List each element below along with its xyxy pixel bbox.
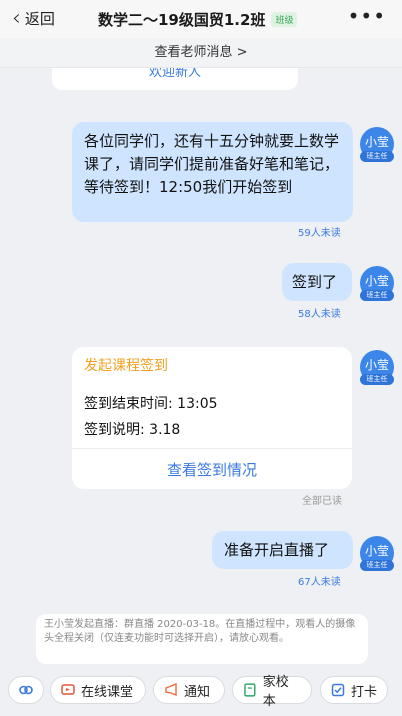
online-classroom-button[interactable]: 在线课堂	[50, 676, 146, 704]
avatar-name: 小莹	[364, 135, 389, 149]
checkin-end-time: 签到结束时间: 13:05	[84, 396, 218, 412]
message-bubble[interactable]: 各位同学们，还有十五分钟就要上数学课了，请同学们提前准备好笔和笔记，等待签到！1…	[72, 122, 353, 222]
avatar-role-badge: 班主任	[360, 151, 394, 162]
welcome-banner: 欢迎新人	[52, 68, 298, 90]
card-title: 发起课程签到	[84, 358, 168, 374]
top-nav-bar: ‹ 返回 数学二～19级国贸1.2班 班级 •••	[0, 0, 402, 38]
checkin-label: 打卡	[351, 684, 378, 700]
unread-count[interactable]: 67人未读	[298, 573, 341, 588]
unread-count[interactable]: 58人未读	[298, 305, 341, 320]
unread-count[interactable]: 59人未读	[298, 224, 341, 239]
notice-button[interactable]: 通知	[153, 676, 225, 704]
checkin-button[interactable]: 打卡	[320, 676, 388, 704]
read-status: 全部已读	[302, 496, 342, 507]
avatar-role-badge: 班主任	[360, 560, 394, 571]
avatar[interactable]: 小莹 班主任	[360, 266, 394, 301]
more-options-button[interactable]: •••	[348, 4, 386, 28]
checkin-icon	[331, 683, 345, 697]
avatar[interactable]: 小莹 班主任	[360, 536, 394, 571]
notice-label: 通知	[184, 684, 211, 700]
checkin-note: 签到说明: 3.18	[84, 422, 181, 438]
message-bubble[interactable]: 准备开启直播了	[212, 531, 353, 569]
page-title: 数学二～19级国贸1.2班	[98, 11, 266, 29]
avatar-name: 小莹	[364, 544, 389, 558]
avatar[interactable]: 小莹 班主任	[360, 127, 394, 162]
back-label: 返回	[24, 10, 55, 28]
avatar-name: 小莹	[364, 358, 389, 372]
notebook-icon	[244, 683, 256, 697]
view-teacher-messages-link[interactable]: 查看老师消息 >	[0, 38, 402, 68]
classroom-icon	[61, 684, 75, 695]
avatar-name: 小莹	[364, 274, 389, 288]
chevron-left-icon: ‹	[12, 5, 21, 31]
card-divider	[72, 448, 352, 449]
online-classroom-label: 在线课堂	[81, 684, 134, 700]
avatar[interactable]: 小莹 班主任	[360, 350, 394, 385]
view-checkin-status-link[interactable]: 查看签到情况	[72, 459, 352, 480]
avatar-role-badge: 班主任	[360, 290, 394, 301]
avatar-role-badge: 班主任	[360, 374, 394, 385]
home-school-book-label: 家校本	[262, 675, 289, 709]
group-tag: 班级	[271, 12, 298, 27]
checkin-card[interactable]: 发起课程签到 签到结束时间: 13:05 签到说明: 3.18 查看签到情况	[72, 347, 352, 489]
message-bubble[interactable]: 签到了	[282, 263, 352, 301]
system-notice: 王小莹发起直播：群直播 2020-03-18。在直播过程中，观看人的摄像头全程关…	[36, 614, 368, 664]
home-school-book-button[interactable]: 家校本	[232, 675, 312, 709]
group-title: 数学二～19级国贸1.2班 班级	[98, 9, 298, 30]
back-button[interactable]: ‹ 返回	[12, 5, 55, 31]
more-tools-button[interactable]	[8, 676, 44, 704]
link-icon	[19, 685, 33, 695]
megaphone-icon	[165, 683, 177, 697]
